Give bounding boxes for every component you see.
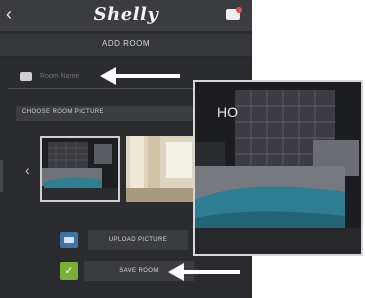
upload-picture-button[interactable]: UPLOAD PICTURE bbox=[88, 230, 188, 250]
bedroom-photo bbox=[42, 138, 118, 200]
living-room-photo bbox=[126, 136, 196, 202]
arrow-pointer-icon bbox=[168, 263, 240, 281]
page-header: ADD ROOM bbox=[0, 34, 252, 57]
page-title: ADD ROOM bbox=[102, 39, 150, 48]
checkmark-icon[interactable]: ✓ bbox=[60, 262, 78, 280]
image-icon[interactable] bbox=[60, 232, 78, 248]
chevron-left-icon[interactable]: ‹ bbox=[25, 162, 30, 178]
scrollbar[interactable] bbox=[0, 160, 3, 192]
arrow-pointer-icon bbox=[100, 67, 180, 85]
brand-logo: Shelly bbox=[93, 4, 159, 25]
notification-icon[interactable] bbox=[226, 7, 242, 20]
room-icon bbox=[20, 72, 32, 81]
top-bar: ‹ Shelly bbox=[0, 0, 252, 31]
room-picture-thumbnail[interactable] bbox=[126, 136, 196, 202]
section-label: CHOOSE ROOM PICTURE bbox=[22, 109, 104, 115]
room-picture-thumbnail-selected[interactable] bbox=[40, 136, 120, 202]
zoomed-picture-preview: HO bbox=[193, 80, 363, 256]
preview-label: HO bbox=[217, 104, 238, 120]
room-name-input[interactable] bbox=[40, 70, 102, 82]
